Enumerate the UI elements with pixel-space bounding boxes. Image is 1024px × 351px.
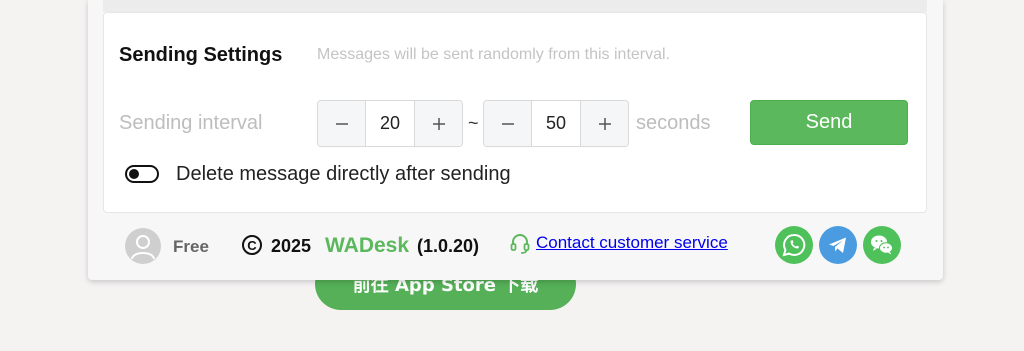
telegram-icon	[829, 237, 846, 253]
app-version: (1.0.20)	[417, 236, 480, 256]
min-increment-button[interactable]	[415, 101, 462, 146]
max-interval-input[interactable]: 50	[531, 101, 581, 146]
plus-icon	[598, 117, 611, 130]
settings-panel: Sending Settings Messages will be sent r…	[88, 0, 943, 280]
sending-settings-card: Sending Settings Messages will be sent r…	[103, 12, 927, 213]
contact-support-link[interactable]: Contact customer service	[536, 233, 728, 253]
toggle-knob	[129, 169, 139, 179]
copyright-icon: C	[242, 235, 262, 255]
plan-label: Free	[173, 237, 209, 256]
wechat-button[interactable]	[863, 226, 901, 264]
whatsapp-button[interactable]	[775, 226, 813, 264]
top-divider	[103, 0, 927, 12]
minus-icon	[501, 122, 514, 125]
headset-icon	[510, 234, 530, 254]
user-icon	[131, 235, 155, 260]
whatsapp-icon	[782, 233, 806, 257]
plus-icon	[432, 117, 445, 130]
copyright-year: 2025	[271, 236, 312, 256]
max-interval-stepper: 50	[483, 100, 629, 147]
max-increment-button[interactable]	[581, 101, 628, 146]
footer-bar: Free C 2025 WADesk (1.0.20) Contact cust…	[103, 212, 927, 280]
minus-icon	[335, 122, 348, 125]
wechat-icon	[871, 235, 893, 255]
min-interval-input[interactable]: 20	[365, 101, 415, 146]
sending-interval-label: Sending interval	[119, 112, 263, 134]
avatar[interactable]	[125, 228, 161, 264]
delete-after-send-toggle[interactable]	[125, 165, 159, 183]
section-title: Sending Settings	[119, 44, 283, 66]
interval-separator: ~	[468, 113, 479, 133]
max-decrement-button[interactable]	[484, 101, 531, 146]
delete-after-send-label: Delete message directly after sending	[176, 163, 511, 185]
send-button[interactable]: Send	[750, 100, 908, 145]
min-interval-stepper: 20	[317, 100, 463, 147]
min-decrement-button[interactable]	[318, 101, 365, 146]
interval-unit-label: seconds	[636, 112, 711, 134]
section-subtitle: Messages will be sent randomly from this…	[317, 46, 671, 63]
brand-name: WADesk	[325, 234, 410, 257]
telegram-button[interactable]	[819, 226, 857, 264]
